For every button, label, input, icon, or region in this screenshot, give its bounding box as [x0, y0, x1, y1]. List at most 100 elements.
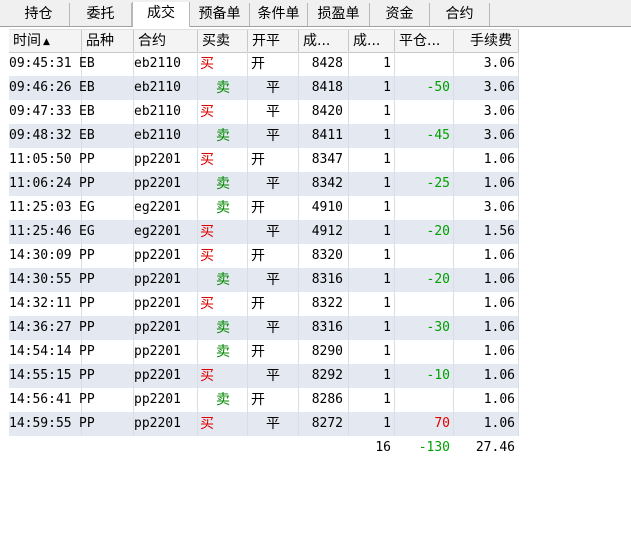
table-row[interactable]: 09:47:33 EB eb2110 买 平 8420 1 3.06 [9, 100, 519, 124]
cell-pnl [395, 100, 454, 124]
tab-1[interactable]: 委托 [70, 3, 132, 26]
cell-openclose: 平 [266, 80, 280, 96]
table-row[interactable]: 11:25:03 EG eg2201 卖 开 4910 1 3.06 [9, 196, 519, 220]
cell-price: 8428 [311, 56, 343, 71]
cell-contract: eg2201 [134, 200, 181, 215]
cell-qty: 1 [383, 152, 391, 167]
column-divider [247, 292, 248, 316]
cell-pnl: -20 [426, 272, 450, 287]
table-row[interactable]: 09:45:31 EB eb2110 买 开 8428 1 3.06 [9, 52, 519, 76]
cell-pnl: 70 [434, 416, 450, 431]
cell-product: PP [79, 344, 95, 359]
column-divider [247, 268, 248, 292]
cell-product: PP [79, 368, 95, 383]
column-header-openclose[interactable]: 开平 [248, 30, 299, 52]
cell-product: PP [79, 248, 95, 263]
table-row[interactable]: 09:46:26 EB eb2110 卖 平 8418 1 -50 3.06 [9, 76, 519, 100]
cell-contract: pp2201 [134, 320, 181, 335]
tab-0[interactable]: 持仓 [8, 3, 70, 26]
table-row[interactable]: 14:30:09 PP pp2201 买 开 8320 1 1.06 [9, 244, 519, 268]
cell-pnl [395, 196, 454, 220]
cell-qty: 1 [383, 344, 391, 359]
cell-product: PP [79, 416, 95, 431]
table-row[interactable]: 09:48:32 EB eb2110 卖 平 8411 1 -45 3.06 [9, 124, 519, 148]
cell-contract: pp2201 [134, 392, 181, 407]
cell-price: 8420 [311, 104, 343, 119]
column-header-pnl[interactable]: 平仓... [395, 30, 454, 52]
cell-price: 8322 [311, 296, 343, 311]
cell-side: 卖 [216, 320, 230, 336]
cell-pnl: -25 [426, 176, 450, 191]
cell-price: 8290 [311, 344, 343, 359]
cell-time: 09:46:26 [9, 80, 72, 95]
total-fee: 27.46 [475, 440, 515, 455]
sort-ascending-icon: ▲ [43, 37, 50, 47]
cell-fee: 1.06 [483, 344, 515, 359]
cell-price: 8418 [311, 80, 343, 95]
cell-contract: eg2201 [134, 224, 181, 239]
cell-openclose: 平 [266, 128, 280, 144]
cell-pnl [395, 52, 454, 76]
column-divider [247, 364, 248, 388]
cell-time: 11:05:50 [9, 152, 72, 167]
cell-price: 8342 [311, 176, 343, 191]
cell-qty: 1 [383, 368, 391, 383]
column-header-price[interactable]: 成... [299, 30, 349, 52]
table-row[interactable]: 11:05:50 PP pp2201 买 开 8347 1 1.06 [9, 148, 519, 172]
column-header-product[interactable]: 品种 [82, 30, 134, 52]
column-header-fee[interactable]: 手续费 [454, 30, 519, 52]
cell-price: 8292 [311, 368, 343, 383]
cell-openclose: 平 [266, 104, 280, 120]
cell-side: 卖 [216, 80, 230, 96]
table-row[interactable]: 14:36:27 PP pp2201 卖 平 8316 1 -30 1.06 [9, 316, 519, 340]
cell-side: 买 [200, 56, 214, 72]
column-header-qty[interactable]: 成... [349, 30, 395, 52]
totals-row: 16 -130 27.46 [9, 436, 519, 460]
tab-6[interactable]: 资金 [370, 3, 430, 26]
tab-bar: 持仓 委托 成交 预备单 条件单 损盈单 资金 合约 [0, 0, 631, 27]
cell-price: 4912 [311, 224, 343, 239]
cell-fee: 1.56 [483, 224, 515, 239]
tab-4[interactable]: 条件单 [250, 3, 308, 26]
cell-fee: 3.06 [483, 80, 515, 95]
column-header-time[interactable]: 时间 ▲ [9, 30, 82, 52]
column-header-side[interactable]: 买卖 [198, 30, 248, 52]
cell-qty: 1 [383, 176, 391, 191]
tab-3[interactable]: 预备单 [190, 3, 250, 26]
cell-openclose: 平 [266, 224, 280, 240]
column-header-contract[interactable]: 合约 [134, 30, 198, 52]
cell-fee: 1.06 [483, 296, 515, 311]
table-row[interactable]: 14:30:55 PP pp2201 卖 平 8316 1 -20 1.06 [9, 268, 519, 292]
cell-side: 买 [200, 224, 214, 240]
cell-openclose: 开 [251, 56, 265, 72]
cell-openclose: 开 [251, 248, 265, 264]
cell-contract: pp2201 [134, 152, 181, 167]
tab-5[interactable]: 损盈单 [308, 3, 370, 26]
cell-pnl: -45 [426, 128, 450, 143]
cell-pnl [395, 340, 454, 364]
table-row[interactable]: 14:55:15 PP pp2201 买 平 8292 1 -10 1.06 [9, 364, 519, 388]
tab-7[interactable]: 合约 [430, 3, 490, 26]
cell-pnl [395, 148, 454, 172]
cell-qty: 1 [383, 128, 391, 143]
table-row[interactable]: 14:32:11 PP pp2201 买 开 8322 1 1.06 [9, 292, 519, 316]
cell-openclose: 开 [251, 200, 265, 216]
cell-side: 卖 [216, 176, 230, 192]
cell-openclose: 开 [251, 296, 265, 312]
table-row[interactable]: 14:59:55 PP pp2201 买 平 8272 1 70 1.06 [9, 412, 519, 436]
column-divider [247, 244, 248, 268]
cell-time: 14:30:09 [9, 248, 72, 263]
cell-side: 买 [200, 296, 214, 312]
column-divider [247, 100, 248, 124]
cell-price: 8316 [311, 320, 343, 335]
table-row[interactable]: 14:54:14 PP pp2201 卖 开 8290 1 1.06 [9, 340, 519, 364]
tab-2[interactable]: 成交 [132, 2, 190, 27]
table-row[interactable]: 11:25:46 EG eg2201 买 平 4912 1 -20 1.56 [9, 220, 519, 244]
table-row[interactable]: 14:56:41 PP pp2201 卖 开 8286 1 1.06 [9, 388, 519, 412]
cell-time: 09:47:33 [9, 104, 72, 119]
cell-price: 8411 [311, 128, 343, 143]
column-divider [247, 196, 248, 220]
table-row[interactable]: 11:06:24 PP pp2201 卖 平 8342 1 -25 1.06 [9, 172, 519, 196]
column-divider [247, 148, 248, 172]
column-divider [247, 412, 248, 436]
